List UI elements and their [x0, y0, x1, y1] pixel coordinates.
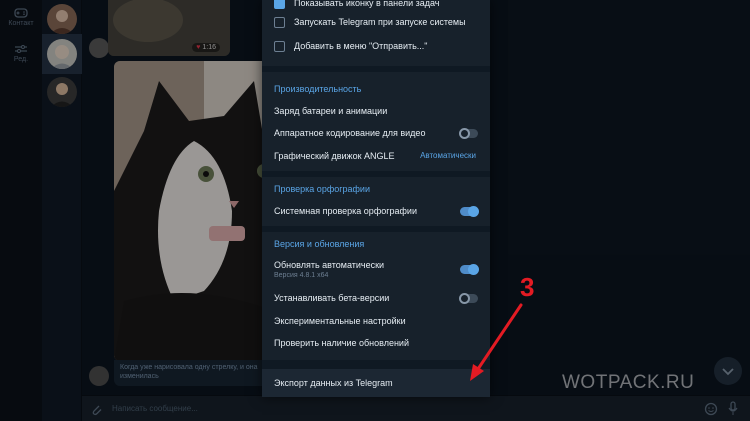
watermark: WOTPACK.RU — [562, 372, 695, 393]
annotation-number: 3 — [520, 272, 535, 302]
annotation-arrow — [470, 303, 523, 381]
